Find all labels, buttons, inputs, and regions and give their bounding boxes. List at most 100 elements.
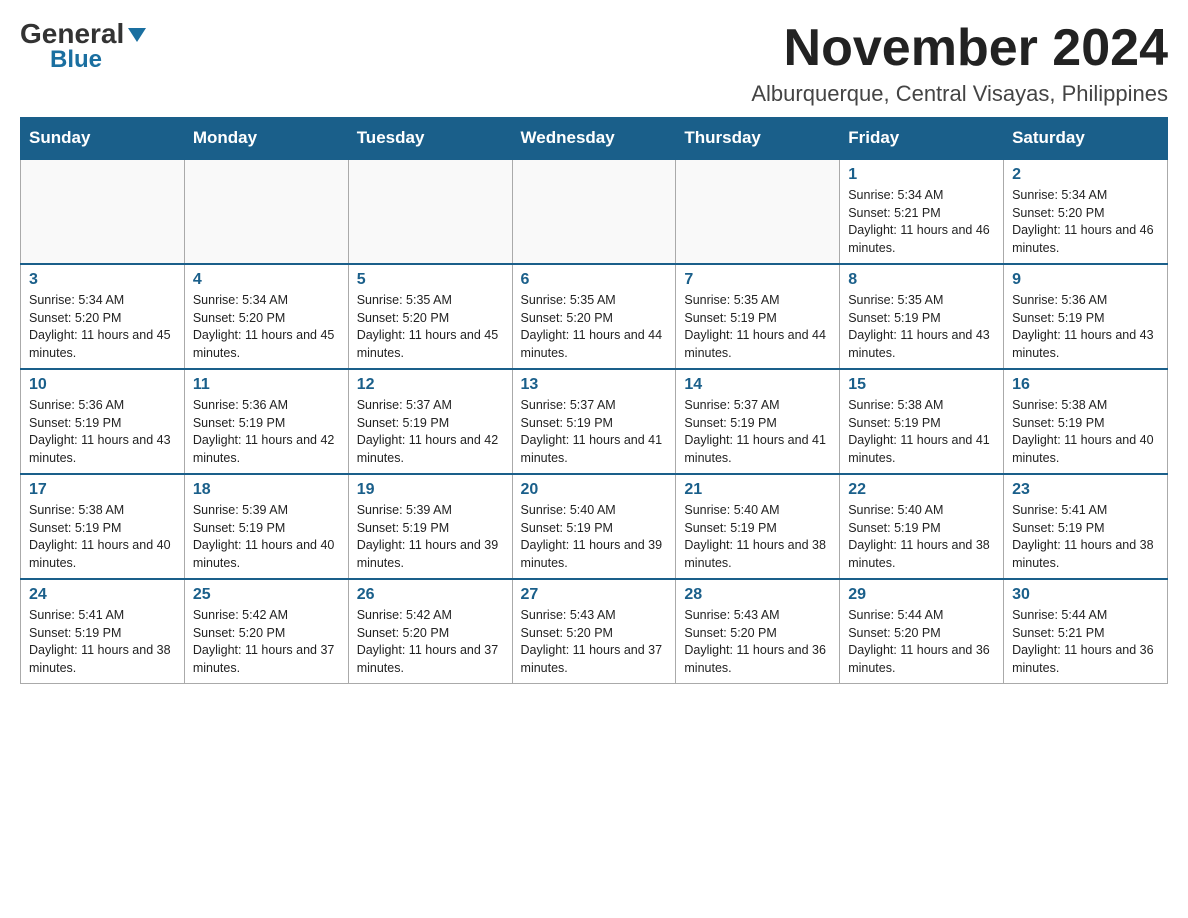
day-info: Sunrise: 5:35 AM Sunset: 5:19 PM Dayligh… xyxy=(848,292,995,362)
page-header: General Blue November 2024 Alburquerque,… xyxy=(20,20,1168,107)
day-number: 30 xyxy=(1012,586,1159,604)
logo-blue-text: Blue xyxy=(50,48,102,72)
calendar-cell: 9Sunrise: 5:36 AM Sunset: 5:19 PM Daylig… xyxy=(1004,264,1168,369)
day-info: Sunrise: 5:35 AM Sunset: 5:20 PM Dayligh… xyxy=(521,292,668,362)
calendar-cell: 26Sunrise: 5:42 AM Sunset: 5:20 PM Dayli… xyxy=(348,579,512,684)
day-info: Sunrise: 5:44 AM Sunset: 5:21 PM Dayligh… xyxy=(1012,607,1159,677)
calendar-cell: 11 Sunrise: 5:36 AM Sunset: 5:19 PM Dayli… xyxy=(184,369,348,474)
day-info: Sunrise: 5:42 AM Sunset: 5:20 PM Dayligh… xyxy=(193,607,340,677)
calendar-cell: 29Sunrise: 5:44 AM Sunset: 5:20 PM Dayli… xyxy=(840,579,1004,684)
day-number: 12 xyxy=(357,376,504,394)
day-info: Sunrise: 5:38 AM Sunset: 5:19 PM Dayligh… xyxy=(29,502,176,572)
week-row-5: 24 Sunrise: 5:41 AM Sunset: 5:19 PM Dayli… xyxy=(21,579,1168,684)
calendar-cell: 30 Sunrise: 5:44 AM Sunset: 5:21 PM Dayli… xyxy=(1004,579,1168,684)
column-header-thursday: Thursday xyxy=(676,118,840,160)
day-info: Sunrise: 5:34 AM Sunset: 5:21 PM Dayligh… xyxy=(848,187,995,257)
location-subtitle: Alburquerque, Central Visayas, Philippin… xyxy=(751,81,1168,107)
calendar-cell: 15 Sunrise: 5:38 AM Sunset: 5:19 PM Dayli… xyxy=(840,369,1004,474)
day-number: 6 xyxy=(521,271,668,289)
column-header-sunday: Sunday xyxy=(21,118,185,160)
month-title: November 2024 xyxy=(751,20,1168,77)
day-number: 20 xyxy=(521,481,668,499)
column-header-monday: Monday xyxy=(184,118,348,160)
day-info: Sunrise: 5:42 AM Sunset: 5:20 PM Dayligh… xyxy=(357,607,504,677)
calendar-cell: 3 Sunrise: 5:34 AM Sunset: 5:20 PM Daylig… xyxy=(21,264,185,369)
day-info: Sunrise: 5:36 AM Sunset: 5:19 PM Dayligh… xyxy=(29,397,176,467)
calendar-cell: 23 Sunrise: 5:41 AM Sunset: 5:19 PM Dayli… xyxy=(1004,474,1168,579)
column-header-friday: Friday xyxy=(840,118,1004,160)
day-number: 11 xyxy=(193,376,340,394)
day-info: Sunrise: 5:39 AM Sunset: 5:19 PM Dayligh… xyxy=(193,502,340,572)
calendar-cell: 13Sunrise: 5:37 AM Sunset: 5:19 PM Dayli… xyxy=(512,369,676,474)
calendar-cell xyxy=(512,159,676,264)
calendar-cell xyxy=(21,159,185,264)
week-row-2: 3 Sunrise: 5:34 AM Sunset: 5:20 PM Daylig… xyxy=(21,264,1168,369)
calendar-cell: 1 Sunrise: 5:34 AM Sunset: 5:21 PM Daylig… xyxy=(840,159,1004,264)
calendar-cell: 12 Sunrise: 5:37 AM Sunset: 5:19 PM Dayli… xyxy=(348,369,512,474)
day-info: Sunrise: 5:37 AM Sunset: 5:19 PM Dayligh… xyxy=(684,397,831,467)
day-number: 10 xyxy=(29,376,176,394)
calendar-cell: 20 Sunrise: 5:40 AM Sunset: 5:19 PM Dayli… xyxy=(512,474,676,579)
day-number: 23 xyxy=(1012,481,1159,499)
day-info: Sunrise: 5:34 AM Sunset: 5:20 PM Dayligh… xyxy=(1012,187,1159,257)
calendar-cell: 4Sunrise: 5:34 AM Sunset: 5:20 PM Daylig… xyxy=(184,264,348,369)
calendar-cell: 18 Sunrise: 5:39 AM Sunset: 5:19 PM Dayli… xyxy=(184,474,348,579)
logo-general-text: General xyxy=(20,20,124,48)
calendar-cell: 5Sunrise: 5:35 AM Sunset: 5:20 PM Daylig… xyxy=(348,264,512,369)
day-number: 16 xyxy=(1012,376,1159,394)
week-row-1: 1 Sunrise: 5:34 AM Sunset: 5:21 PM Daylig… xyxy=(21,159,1168,264)
column-header-tuesday: Tuesday xyxy=(348,118,512,160)
calendar-cell: 6 Sunrise: 5:35 AM Sunset: 5:20 PM Daylig… xyxy=(512,264,676,369)
title-block: November 2024 Alburquerque, Central Visa… xyxy=(751,20,1168,107)
day-info: Sunrise: 5:36 AM Sunset: 5:19 PM Dayligh… xyxy=(193,397,340,467)
day-info: Sunrise: 5:43 AM Sunset: 5:20 PM Dayligh… xyxy=(521,607,668,677)
day-number: 7 xyxy=(684,271,831,289)
day-number: 24 xyxy=(29,586,176,604)
day-info: Sunrise: 5:40 AM Sunset: 5:19 PM Dayligh… xyxy=(684,502,831,572)
calendar-cell: 17 Sunrise: 5:38 AM Sunset: 5:19 PM Dayli… xyxy=(21,474,185,579)
calendar-cell: 24 Sunrise: 5:41 AM Sunset: 5:19 PM Dayli… xyxy=(21,579,185,684)
calendar-cell xyxy=(676,159,840,264)
day-number: 14 xyxy=(684,376,831,394)
calendar-cell: 21 Sunrise: 5:40 AM Sunset: 5:19 PM Dayli… xyxy=(676,474,840,579)
day-info: Sunrise: 5:34 AM Sunset: 5:20 PM Dayligh… xyxy=(193,292,340,362)
day-number: 15 xyxy=(848,376,995,394)
day-number: 1 xyxy=(848,166,995,184)
day-info: Sunrise: 5:35 AM Sunset: 5:19 PM Dayligh… xyxy=(684,292,831,362)
day-number: 3 xyxy=(29,271,176,289)
day-info: Sunrise: 5:41 AM Sunset: 5:19 PM Dayligh… xyxy=(29,607,176,677)
column-header-wednesday: Wednesday xyxy=(512,118,676,160)
week-row-4: 17 Sunrise: 5:38 AM Sunset: 5:19 PM Dayli… xyxy=(21,474,1168,579)
calendar-cell: 16 Sunrise: 5:38 AM Sunset: 5:19 PM Dayli… xyxy=(1004,369,1168,474)
calendar-cell xyxy=(184,159,348,264)
logo-triangle-icon xyxy=(126,24,148,46)
calendar-cell: 25 Sunrise: 5:42 AM Sunset: 5:20 PM Dayli… xyxy=(184,579,348,684)
day-number: 25 xyxy=(193,586,340,604)
day-info: Sunrise: 5:38 AM Sunset: 5:19 PM Dayligh… xyxy=(1012,397,1159,467)
calendar-cell: 7 Sunrise: 5:35 AM Sunset: 5:19 PM Daylig… xyxy=(676,264,840,369)
day-info: Sunrise: 5:36 AM Sunset: 5:19 PM Dayligh… xyxy=(1012,292,1159,362)
day-number: 17 xyxy=(29,481,176,499)
day-number: 13 xyxy=(521,376,668,394)
day-number: 2 xyxy=(1012,166,1159,184)
day-number: 18 xyxy=(193,481,340,499)
day-info: Sunrise: 5:41 AM Sunset: 5:19 PM Dayligh… xyxy=(1012,502,1159,572)
calendar-cell: 14 Sunrise: 5:37 AM Sunset: 5:19 PM Dayli… xyxy=(676,369,840,474)
day-info: Sunrise: 5:44 AM Sunset: 5:20 PM Dayligh… xyxy=(848,607,995,677)
day-info: Sunrise: 5:37 AM Sunset: 5:19 PM Dayligh… xyxy=(357,397,504,467)
day-number: 5 xyxy=(357,271,504,289)
calendar-cell: 27Sunrise: 5:43 AM Sunset: 5:20 PM Dayli… xyxy=(512,579,676,684)
day-number: 28 xyxy=(684,586,831,604)
calendar-cell: 8 Sunrise: 5:35 AM Sunset: 5:19 PM Daylig… xyxy=(840,264,1004,369)
day-number: 21 xyxy=(684,481,831,499)
calendar-cell: 19Sunrise: 5:39 AM Sunset: 5:19 PM Dayli… xyxy=(348,474,512,579)
calendar-header-row: SundayMondayTuesdayWednesdayThursdayFrid… xyxy=(21,118,1168,160)
day-number: 19 xyxy=(357,481,504,499)
day-info: Sunrise: 5:34 AM Sunset: 5:20 PM Dayligh… xyxy=(29,292,176,362)
day-info: Sunrise: 5:38 AM Sunset: 5:19 PM Dayligh… xyxy=(848,397,995,467)
day-info: Sunrise: 5:40 AM Sunset: 5:19 PM Dayligh… xyxy=(521,502,668,572)
day-number: 8 xyxy=(848,271,995,289)
calendar-cell: 28Sunrise: 5:43 AM Sunset: 5:20 PM Dayli… xyxy=(676,579,840,684)
week-row-3: 10 Sunrise: 5:36 AM Sunset: 5:19 PM Dayli… xyxy=(21,369,1168,474)
calendar-table: SundayMondayTuesdayWednesdayThursdayFrid… xyxy=(20,117,1168,684)
